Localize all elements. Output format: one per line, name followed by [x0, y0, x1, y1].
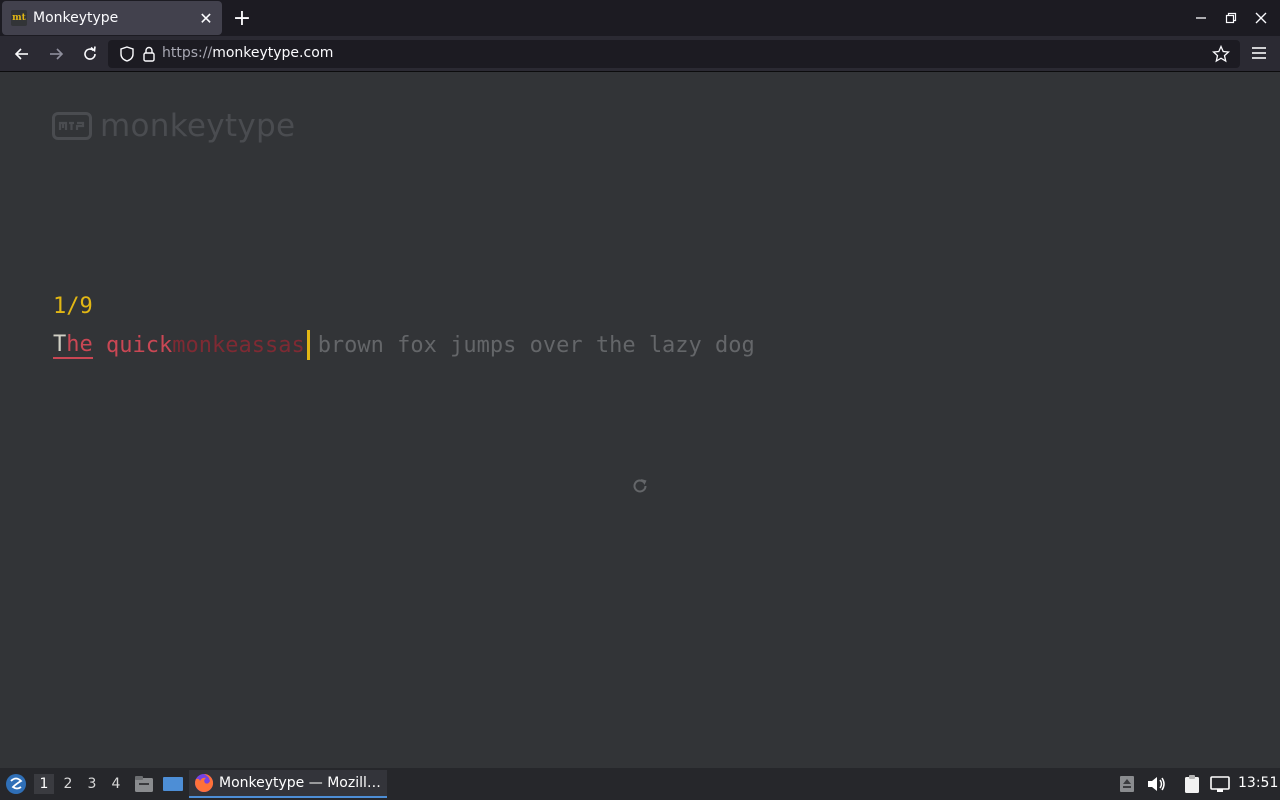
tab-close-icon[interactable]: ✕	[196, 8, 216, 28]
workspace-4[interactable]: 4	[106, 774, 126, 794]
typed-word-1: The	[53, 332, 93, 359]
new-tab-button[interactable]: +	[230, 6, 254, 31]
tab-monkeytype[interactable]: mt Monkeytype ✕	[2, 1, 222, 35]
hamburger-menu-icon[interactable]	[1248, 42, 1270, 64]
lock-icon[interactable]	[140, 45, 158, 63]
pending-words: brown fox jumps over the lazy dog	[317, 332, 755, 358]
removable-drive-icon[interactable]	[1116, 774, 1138, 794]
bookmark-star-icon[interactable]	[1210, 43, 1232, 65]
letters-incorrect: he	[66, 331, 93, 357]
workspace-2[interactable]: 2	[58, 774, 78, 794]
favicon-icon: mt	[11, 10, 27, 26]
typing-caret	[306, 330, 310, 360]
typed-word-2: quickmonkeassas	[106, 333, 305, 358]
taskbar-firefox-window[interactable]: Monkeytype — Mozill…	[189, 770, 387, 798]
letter-correct: T	[53, 331, 67, 357]
close-window-icon[interactable]	[1251, 8, 1271, 28]
url-text[interactable]: https://monkeytype.com	[162, 45, 333, 61]
word-counter: 1/9	[53, 294, 93, 319]
nav-bar: https://monkeytype.com	[0, 36, 1280, 72]
taskbar-app-title: Monkeytype — Mozill…	[219, 775, 381, 791]
network-icon[interactable]	[1209, 774, 1231, 794]
file-manager-icon[interactable]	[133, 774, 155, 794]
restart-test-icon[interactable]	[630, 476, 650, 496]
clipboard-icon[interactable]	[1181, 774, 1203, 794]
letters-extra: monkeassas	[172, 332, 305, 358]
tracking-shield-icon[interactable]	[118, 45, 136, 63]
clock: 13:51	[1238, 775, 1279, 791]
monkeytype-page: monkeytype 1/9 The quickmonkeassas brown …	[0, 72, 1280, 768]
tab-strip: mt Monkeytype ✕ +	[0, 0, 1280, 36]
keyboard-logo-icon	[52, 112, 92, 140]
logo[interactable]: monkeytype	[52, 108, 295, 144]
start-menu-icon[interactable]	[4, 772, 28, 796]
workspace-3[interactable]: 3	[82, 774, 102, 794]
volume-icon[interactable]	[1145, 774, 1167, 794]
desktop-icon[interactable]	[162, 774, 184, 794]
letters-incorrect: quick	[106, 332, 173, 358]
forward-icon[interactable]	[44, 42, 68, 66]
back-icon[interactable]	[10, 42, 34, 66]
tab-title: Monkeytype	[33, 10, 119, 26]
taskbar: 1 2 3 4 Monkeytype — Mozill… 13:51	[0, 768, 1280, 800]
firefox-icon	[195, 773, 214, 792]
workspace-1[interactable]: 1	[34, 774, 54, 794]
url-bar[interactable]: https://monkeytype.com	[108, 40, 1240, 68]
word-gap	[93, 333, 106, 358]
minimize-icon[interactable]	[1191, 8, 1211, 28]
logo-text: monkeytype	[100, 108, 296, 144]
words-area[interactable]: The quickmonkeassas brown fox jumps over …	[53, 330, 755, 360]
reload-icon[interactable]	[78, 42, 102, 66]
restore-icon[interactable]	[1221, 8, 1241, 28]
